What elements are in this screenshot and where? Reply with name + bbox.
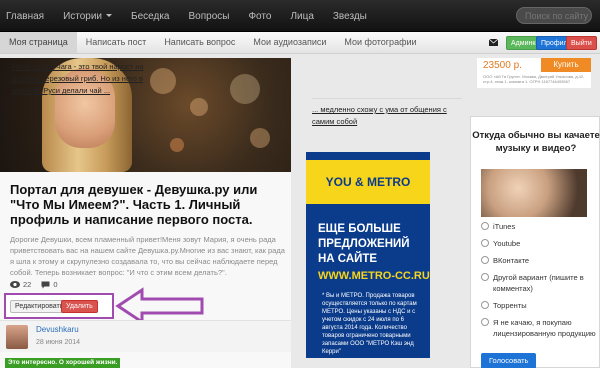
profile-tabs: Моя страница Написать пост Написать вопр…: [0, 32, 426, 53]
poll-option-label: Другой вариант (пишите в комментах): [493, 273, 584, 293]
delete-button[interactable]: Удалить: [61, 300, 98, 313]
nav-questions[interactable]: Вопросы: [188, 11, 229, 22]
post-title[interactable]: Портал для девушек - Девушка.ру или "Что…: [10, 182, 285, 227]
bokeh-light: [190, 98, 208, 116]
poll-options: iTunes Youtube ВКонтакте Другой вариант …: [481, 221, 600, 345]
poll-image: [481, 169, 587, 217]
category-label[interactable]: Это интересно. О хорошей жизни.: [5, 358, 121, 368]
radio-button[interactable]: [481, 222, 489, 230]
ad-site-url: WWW.METRO-CC.RU: [318, 270, 430, 282]
post-card: Портал для девушек - Девушка.ру или "Что…: [0, 58, 291, 368]
ad-price: 23500 р.: [483, 60, 522, 71]
views-count: 22: [23, 280, 32, 289]
chevron-down-icon: [106, 14, 113, 18]
nav-faces[interactable]: Лица: [290, 11, 313, 22]
nav-stories[interactable]: Истории: [63, 10, 113, 22]
sub-navbar: Моя страница Написать пост Написать вопр…: [0, 32, 600, 54]
bokeh-light: [230, 74, 260, 104]
poll-option[interactable]: ВКонтакте: [481, 255, 600, 266]
poll-option[interactable]: Другой вариант (пишите в комментах): [481, 272, 600, 294]
poll-question: Откуда обычно вы качаете музыку и видео?: [472, 130, 600, 154]
nav-home[interactable]: Главная: [6, 11, 44, 22]
post-stats: 22 0: [10, 280, 68, 289]
nav-stars[interactable]: Звезды: [333, 11, 367, 22]
search-input[interactable]: [516, 7, 592, 24]
metro-logo: YOU & METRO: [306, 160, 430, 204]
divider: [312, 98, 462, 99]
poll-widget: Откуда обычно вы качаете музыку и видео?…: [470, 116, 600, 368]
ad-legal-text: ООО «Ай Ти Групп». Москва, Дмитрий Ульян…: [483, 74, 585, 84]
buy-button[interactable]: Купить: [541, 58, 591, 72]
poll-option-label: Youtube: [493, 239, 521, 248]
poll-option[interactable]: iTunes: [481, 221, 600, 232]
nav-photo[interactable]: Фото: [248, 11, 271, 22]
poll-option[interactable]: Торренты: [481, 300, 600, 311]
tab-write-question[interactable]: Написать вопрос: [155, 32, 244, 53]
poll-option-label: Я не качаю, я покупаю лицензированную пр…: [493, 318, 596, 338]
vote-button[interactable]: Голосовать: [481, 353, 537, 368]
envelope-icon[interactable]: [489, 39, 498, 46]
tab-my-page[interactable]: Моя страница: [0, 32, 77, 53]
edit-button[interactable]: Редактировать: [10, 300, 69, 313]
radio-button[interactable]: [481, 301, 489, 309]
tab-my-photos[interactable]: Мои фотографии: [335, 32, 425, 53]
bokeh-light: [170, 138, 184, 152]
radio-button[interactable]: [481, 239, 489, 247]
avatar[interactable]: [6, 325, 28, 349]
radio-button[interactable]: [481, 273, 489, 281]
poll-option-label: Торренты: [493, 301, 527, 310]
main-nav: Главная Истории Беседка Вопросы Фото Лиц…: [0, 0, 380, 32]
poll-option[interactable]: Я не качаю, я покупаю лицензированную пр…: [481, 317, 600, 339]
price-ad[interactable]: 23500 р. Купить ООО «Ай Ти Групп». Москв…: [477, 58, 591, 88]
metro-logo-text: YOU & METRO: [325, 175, 411, 189]
metro-ad-banner[interactable]: YOU & METRO ЕЩЕ БОЛЬШЕ ПРЕДЛОЖЕНИЙ НА СА…: [306, 152, 430, 358]
poll-option-label: ВКонтакте: [493, 256, 530, 265]
radio-button[interactable]: [481, 318, 489, 326]
radio-button[interactable]: [481, 256, 489, 264]
nav-stories-label: Истории: [63, 10, 103, 22]
teaser-link-chaga[interactable]: Изначально Чага - это твой нарост на дер…: [12, 61, 162, 97]
poll-option[interactable]: Youtube: [481, 238, 600, 249]
bokeh-light: [250, 128, 270, 148]
top-navbar: Главная Истории Беседка Вопросы Фото Лиц…: [0, 0, 600, 32]
post-date: 28 июня 2014: [36, 339, 81, 346]
ad-headline: ЕЩЕ БОЛЬШЕ ПРЕДЛОЖЕНИЙ НА САЙТЕ: [318, 223, 410, 265]
exit-button[interactable]: Выйти: [566, 36, 597, 50]
author-name[interactable]: Devushkaru: [36, 325, 79, 334]
tab-write-post[interactable]: Написать пост: [77, 32, 156, 53]
post-actions: Редактировать Удалить: [4, 293, 114, 319]
poll-option-label: iTunes: [493, 222, 516, 231]
eye-icon: [10, 281, 20, 288]
ad-disclaimer: * Вы и МЕТРО. Продажа товаров осуществля…: [322, 293, 417, 355]
teaser-link-self-talk[interactable]: ... медленно схожу с ума от общения с са…: [312, 104, 462, 128]
post-excerpt: Дорогие Девушки, всем пламенный привет!М…: [10, 235, 285, 277]
post-author: Devushkaru 28 июня 2014: [0, 320, 291, 352]
comment-icon: [41, 281, 50, 288]
nav-gazebo[interactable]: Беседка: [131, 11, 169, 22]
tab-my-audio[interactable]: Мои аудиозаписи: [244, 32, 335, 53]
comments-count: 0: [53, 280, 58, 289]
